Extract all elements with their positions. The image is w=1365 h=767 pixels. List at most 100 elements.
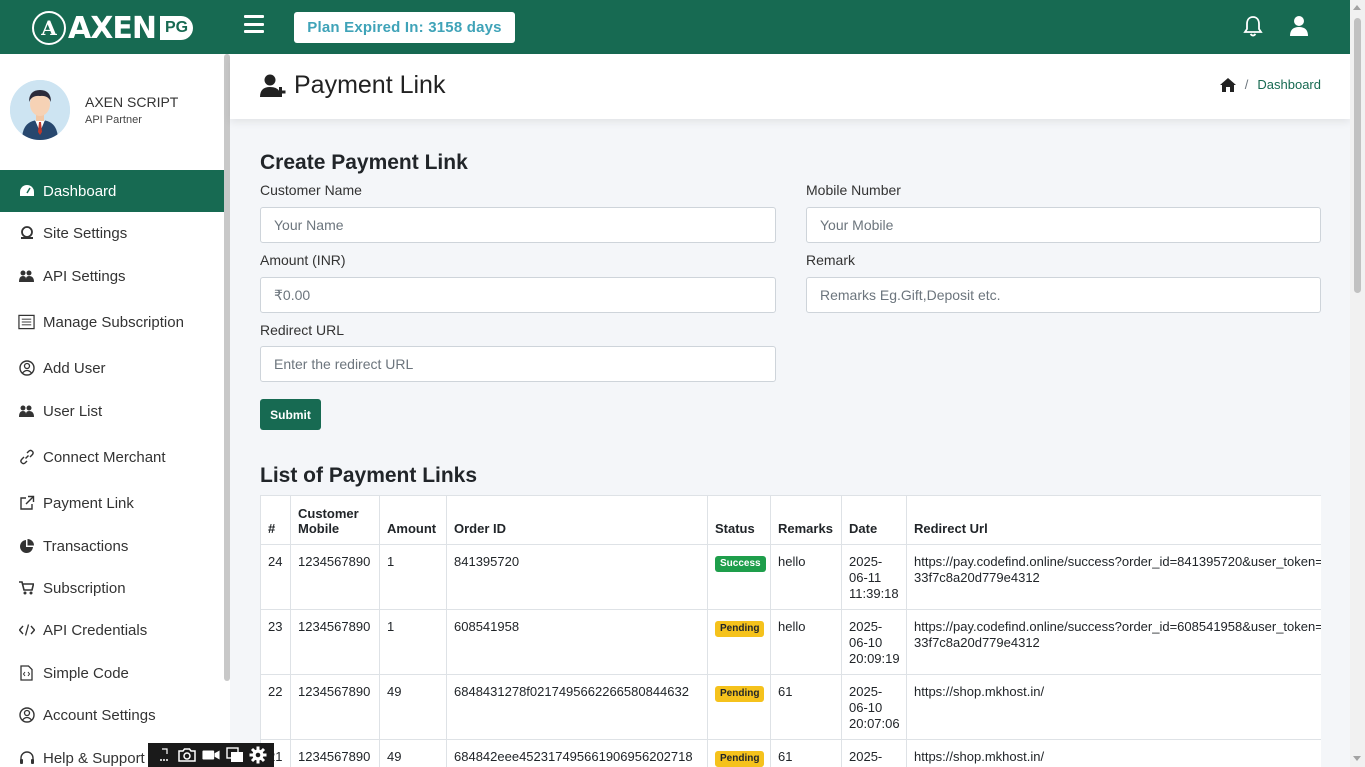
- user-plus-icon: [260, 74, 286, 97]
- brand-logo[interactable]: A AXEN PG: [32, 10, 194, 46]
- sidebar-item-label: User List: [43, 402, 103, 420]
- avatar: [10, 80, 70, 140]
- profile-role: API Partner: [85, 114, 142, 126]
- row-remarks: hello: [770, 609, 842, 675]
- row-remarks: 61: [770, 674, 842, 740]
- sidebar-item-account-settings[interactable]: Account Settings: [0, 694, 224, 736]
- submit-button[interactable]: Submit: [260, 399, 321, 430]
- row-order-id: 6848431278f021749566226658084463​2: [446, 674, 708, 740]
- link-icon: [18, 449, 35, 466]
- sidebar-item-label: Site Settings: [43, 224, 128, 242]
- row-mobile: 1234567890: [290, 609, 380, 675]
- gear-icon[interactable]: [249, 746, 267, 764]
- remark-label: Remark: [806, 252, 856, 268]
- table-row: 23 1234567890 1 608541958 Pending hello …: [260, 609, 1321, 675]
- amount-input[interactable]: [260, 277, 776, 313]
- sidebar-item-payment-link[interactable]: Payment Link: [0, 482, 224, 524]
- row-id: 24: [260, 544, 291, 610]
- pie-chart-icon: [18, 538, 35, 555]
- cart-icon: [18, 580, 35, 597]
- breadcrumb-dashboard-link[interactable]: Dashboard: [1257, 77, 1321, 92]
- column-header: #: [260, 495, 291, 545]
- table-header-row: # Customer Mobile Amount Order ID Status…: [260, 495, 1321, 545]
- sidebar-item-label: Transactions: [43, 537, 129, 555]
- sidebar-item-connect-merchant[interactable]: Connect Merchant: [0, 436, 224, 478]
- user-profile: AXEN SCRIPT API Partner: [10, 80, 178, 140]
- sidebar-item-manage-subscription[interactable]: Manage Subscription: [0, 301, 224, 343]
- camera-icon[interactable]: [178, 747, 197, 763]
- sidebar: AXEN SCRIPT API Partner Dashboard Site S…: [0, 54, 230, 767]
- sidebar-item-simple-code[interactable]: Simple Code: [0, 652, 224, 694]
- mobile-number-input[interactable]: [806, 207, 1321, 243]
- headset-icon: [18, 750, 35, 767]
- row-redirect-url: https://pay.codefind.online/success?orde…: [906, 609, 1321, 675]
- table-row: 21 1234567890 49 684842eee45231749566190…: [260, 739, 1321, 767]
- row-redirect-url: https://pay.codefind.online/success?orde…: [906, 544, 1321, 610]
- row-order-id: 841395720: [446, 544, 708, 610]
- table-row: 24 1234567890 1 841395720 Success hello …: [260, 544, 1321, 610]
- list-icon: [18, 314, 35, 331]
- sidebar-item-user-list[interactable]: User List: [0, 390, 224, 432]
- row-date: 2025-06-10 20:07:06: [841, 674, 907, 740]
- sidebar-item-label: Account Settings: [43, 706, 156, 724]
- status-badge: Pending: [715, 751, 765, 767]
- row-id: 22: [260, 674, 291, 740]
- site-settings-icon: [18, 225, 35, 242]
- sidebar-item-label: API Credentials: [43, 621, 148, 639]
- row-amount: 1: [379, 609, 447, 675]
- api-settings-icon: [18, 268, 35, 285]
- sidebar-item-site-settings[interactable]: Site Settings: [0, 212, 224, 254]
- sidebar-item-api-credentials[interactable]: API Credentials: [0, 609, 224, 651]
- sidebar-item-label: Payment Link: [43, 494, 134, 512]
- row-date: 2025-06-10 20:09:19: [841, 609, 907, 675]
- remark-input[interactable]: [806, 277, 1321, 313]
- redirect-url-label: Redirect URL: [260, 322, 345, 338]
- plan-expiry-badge: Plan Expired In: 3158 days: [294, 12, 515, 43]
- breadcrumb: / Dashboard: [1219, 77, 1321, 92]
- page-scrollbar[interactable]: [1350, 0, 1365, 767]
- bell-icon[interactable]: [1243, 15, 1263, 37]
- payment-links-table: # Customer Mobile Amount Order ID Status…: [260, 495, 1321, 767]
- page-title: Payment Link: [260, 71, 445, 100]
- link-icon[interactable]: [155, 747, 173, 763]
- sidebar-item-dashboard[interactable]: Dashboard: [0, 170, 224, 212]
- row-status-cell: Pending: [707, 739, 771, 767]
- row-mobile: 1234567890: [290, 739, 380, 767]
- external-link-icon: [18, 495, 35, 512]
- sidebar-item-label: API Settings: [43, 267, 126, 285]
- scroll-down-arrow-icon[interactable]: [1353, 756, 1361, 761]
- scrollbar-thumb[interactable]: [1354, 18, 1361, 293]
- user-circle-icon: [18, 707, 35, 724]
- file-code-icon: [18, 665, 35, 682]
- redirect-url-input[interactable]: [260, 346, 776, 382]
- row-id: 23: [260, 609, 291, 675]
- user-icon[interactable]: [1290, 15, 1308, 37]
- status-badge: Pending: [715, 686, 765, 702]
- home-icon[interactable]: [1219, 77, 1236, 92]
- copy-windows-icon[interactable]: [225, 747, 244, 763]
- sidebar-item-label: Add User: [43, 359, 106, 377]
- payment-links-table-container[interactable]: # Customer Mobile Amount Order ID Status…: [260, 495, 1321, 767]
- profile-name: AXEN SCRIPT: [85, 94, 179, 110]
- users-icon: [18, 403, 35, 420]
- sidebar-item-api-settings[interactable]: API Settings: [0, 255, 224, 297]
- amount-label: Amount (INR): [260, 252, 346, 268]
- video-camera-icon[interactable]: [202, 747, 220, 763]
- column-header: Remarks: [770, 495, 842, 545]
- menu-toggle-icon[interactable]: [244, 15, 264, 33]
- row-date: 2025-06-11 11:39:18: [841, 544, 907, 610]
- row-amount: 1: [379, 544, 447, 610]
- customer-name-input[interactable]: [260, 207, 776, 243]
- scroll-up-arrow-icon[interactable]: [1353, 5, 1361, 10]
- top-navbar: A AXEN PG Plan Expired In: 3158 days: [0, 0, 1350, 54]
- row-remarks: hello: [770, 544, 842, 610]
- sidebar-item-subscription[interactable]: Subscription: [0, 567, 224, 609]
- sidebar-item-label: Dashboard: [43, 182, 117, 200]
- row-order-id: 608541958: [446, 609, 708, 675]
- sidebar-item-transactions[interactable]: Transactions: [0, 525, 224, 567]
- sidebar-item-add-user[interactable]: Add User: [0, 347, 224, 389]
- row-status-cell: Success: [707, 544, 771, 610]
- column-header: Amount: [379, 495, 447, 545]
- page-header: Payment Link / Dashboard: [230, 54, 1350, 119]
- row-mobile: 1234567890: [290, 544, 380, 610]
